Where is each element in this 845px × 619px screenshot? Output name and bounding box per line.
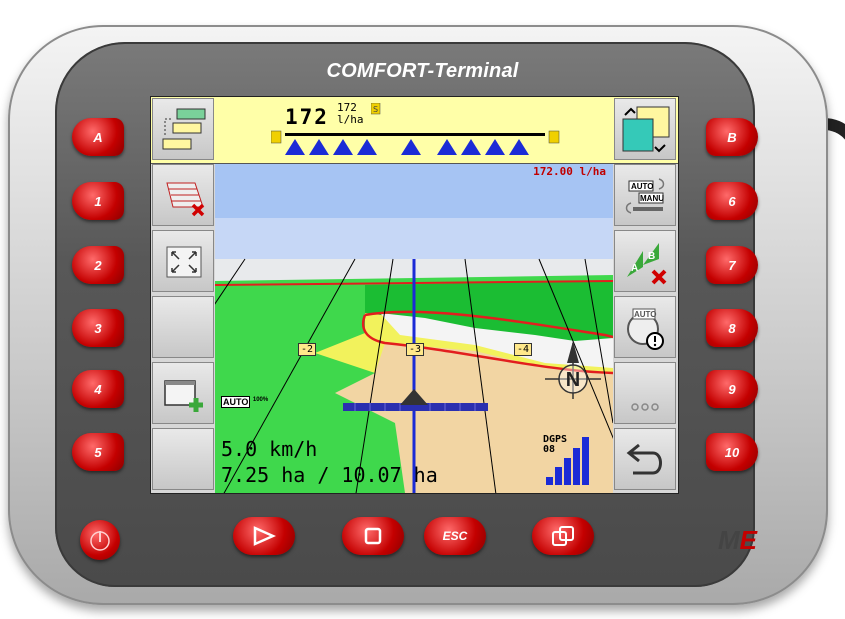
key-3[interactable]: 3	[72, 309, 124, 347]
auto-badge: AUTO 100%	[221, 396, 269, 408]
key-4[interactable]: 4	[72, 370, 124, 408]
key-1[interactable]: 1	[72, 182, 124, 220]
svg-text:N: N	[566, 369, 580, 391]
ellipsis-icon	[631, 403, 659, 411]
sk-delete-ab-line[interactable]: A B	[614, 230, 676, 292]
speed-readout: 5.0 km/h	[221, 437, 318, 461]
sk-empty-3[interactable]	[152, 296, 214, 358]
power-icon	[90, 531, 110, 551]
rate-unit: l/ha	[337, 113, 364, 126]
key-a[interactable]: A	[72, 118, 124, 156]
key-7[interactable]: 7	[706, 246, 758, 284]
key-5[interactable]: 5	[72, 433, 124, 471]
switch-view-icon	[622, 106, 670, 153]
svg-text:A: A	[631, 263, 638, 274]
sk-zoom-fit[interactable]	[152, 230, 214, 292]
key-9[interactable]: 9	[706, 370, 758, 408]
sk-field-tasks[interactable]	[152, 98, 214, 160]
svg-text:S: S	[373, 105, 378, 114]
boom-sections-icon	[271, 130, 560, 155]
svg-text:MANU: MANU	[640, 194, 664, 203]
track-label: -2	[298, 343, 317, 356]
key-2[interactable]: 2	[72, 246, 124, 284]
svg-text:AUTO: AUTO	[634, 310, 657, 319]
sk-empty-5[interactable]	[152, 428, 214, 490]
mode-flag-icon: S	[371, 103, 381, 115]
switch-mask-button[interactable]	[532, 517, 594, 555]
window-add-icon	[164, 380, 203, 412]
sk-switch-view[interactable]	[614, 98, 676, 160]
back-arrow-icon	[626, 443, 662, 475]
track-label: -4	[514, 343, 533, 356]
power-button[interactable]	[80, 520, 120, 560]
play-icon	[253, 526, 276, 546]
switch-window-icon	[552, 526, 574, 546]
start-button[interactable]	[233, 517, 295, 555]
field-tasks-icon	[162, 108, 206, 150]
brand-title: COMFORT-Terminal	[326, 60, 519, 82]
stop-button[interactable]	[342, 517, 404, 555]
key-6[interactable]: 6	[706, 182, 758, 220]
sk-more[interactable]	[614, 362, 676, 424]
auto-manual-icon: AUTO MANU	[625, 178, 665, 214]
svg-text:AUTO: AUTO	[631, 182, 654, 191]
ab-line-delete-icon: A B	[627, 243, 667, 285]
sk-auto-warning[interactable]: AUTO	[614, 296, 676, 358]
rate-value: 172	[285, 105, 329, 129]
gps-status: DGPS 08	[543, 434, 568, 455]
sk-back[interactable]	[614, 428, 676, 490]
applied-rate: 172.00 l/ha	[533, 165, 606, 178]
sk-add-window[interactable]	[152, 362, 214, 424]
status-bar: 172 172 l/ha S	[151, 97, 678, 164]
track-label: -3	[406, 343, 425, 356]
key-8[interactable]: 8	[706, 309, 758, 347]
auto-warning-icon: AUTO	[627, 308, 664, 350]
svg-text:B: B	[648, 251, 655, 262]
key-b[interactable]: B	[706, 118, 758, 156]
sk-auto-manual[interactable]: AUTO MANU	[614, 164, 676, 226]
manufacturer-logo: ME	[718, 525, 758, 555]
zoom-fit-icon	[166, 246, 202, 278]
key-10[interactable]: 10	[706, 433, 758, 471]
terminal-screen: N -2 -3 -4 172.00 l/ha AUTO 100% 5.0 km/…	[150, 96, 679, 494]
sk-headland-delete[interactable]	[152, 164, 214, 226]
eraser-field-icon	[166, 182, 205, 217]
area-readout: 7.25 ha / 10.07 ha	[221, 463, 438, 487]
esc-button[interactable]: ESC	[424, 517, 486, 555]
stop-icon	[364, 527, 382, 545]
